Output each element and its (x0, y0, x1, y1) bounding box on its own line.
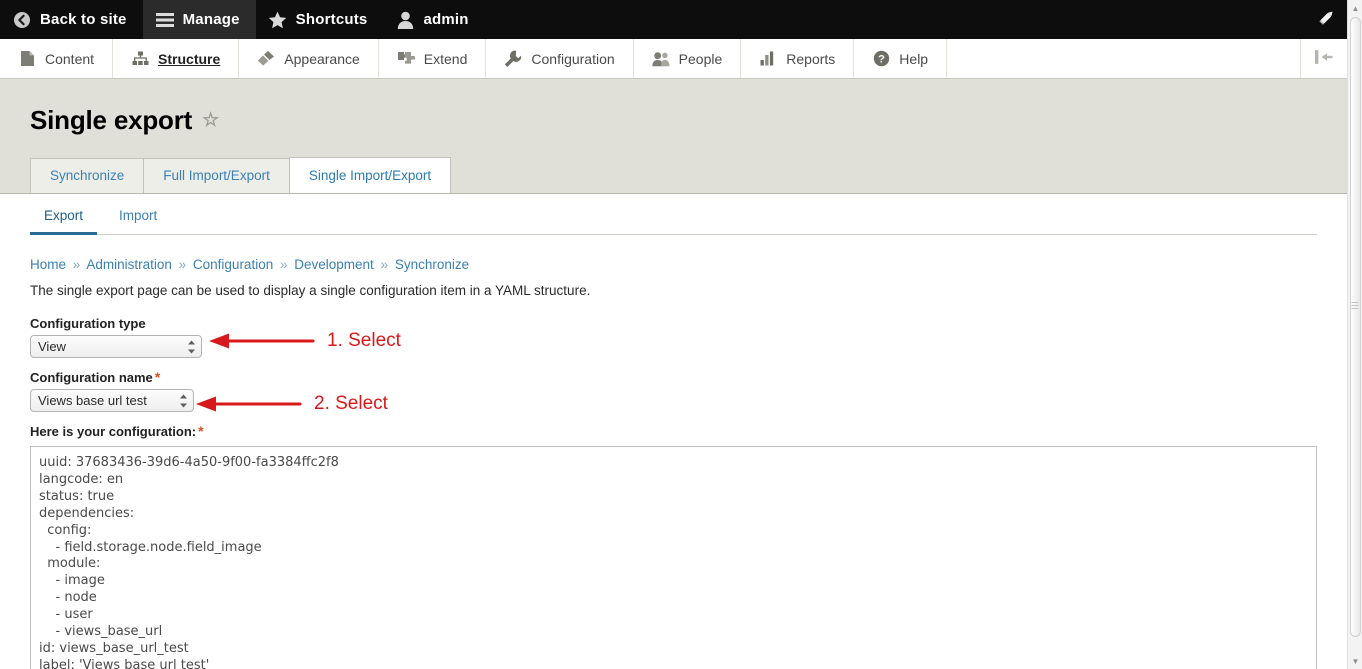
admin-menu-filler (947, 39, 1301, 78)
edit-mode-button[interactable] (1305, 0, 1347, 39)
admin-menu-item-appearance[interactable]: Appearance (239, 39, 379, 78)
primary-tabs: Synchronize Full Import/Export Single Im… (0, 136, 1347, 193)
page-title-text: Single export (30, 105, 192, 136)
primary-tab-synchronize[interactable]: Synchronize (30, 158, 144, 193)
page-header-region: Single export ☆ Synchronize Full Import/… (0, 79, 1347, 194)
admin-menu-label-help: Help (899, 51, 928, 67)
config-name-select[interactable]: Views base url test (30, 389, 194, 412)
toolbar-label-user-admin: admin (423, 11, 468, 28)
admin-menu-item-people[interactable]: People (634, 39, 742, 78)
label-configuration-type: Configuration type (30, 316, 1347, 331)
paintbrush-icon (257, 50, 275, 68)
field-configuration-output: Here is your configuration:* (30, 423, 1347, 439)
toolbar-label-shortcuts: Shortcuts (296, 11, 368, 28)
admin-menu-label-people: People (679, 51, 723, 67)
admin-menu-label-extend: Extend (424, 51, 468, 67)
toolbar-label-back-to-site: Back to site (40, 11, 127, 28)
scrollbar-thumb[interactable] (1350, 17, 1361, 637)
label-text-configuration-output: Here is your configuration: (30, 424, 196, 439)
star-icon (268, 10, 288, 30)
back-arrow-icon (12, 10, 32, 30)
label-configuration-output: Here is your configuration:* (30, 423, 1347, 439)
admin-menu-item-content[interactable]: Content (0, 39, 113, 78)
breadcrumb-item-configuration[interactable]: Configuration (193, 257, 273, 272)
scrollbar-grip-icon (1352, 300, 1359, 311)
label-text-configuration-name: Configuration name (30, 370, 153, 385)
page-title: Single export ☆ (0, 79, 1347, 136)
pencil-icon (1315, 7, 1337, 32)
breadcrumb-item-administration[interactable]: Administration (86, 257, 172, 272)
main-content: Export Import Home » Administration » Co… (0, 194, 1347, 669)
breadcrumb-item-development[interactable]: Development (294, 257, 374, 272)
toolbar-tab-manage[interactable]: Manage (143, 0, 256, 39)
people-icon (652, 50, 670, 68)
primary-tab-label-full-import-export: Full Import/Export (163, 168, 270, 183)
admin-toolbar-bar: Back to site Manage Shortcuts (0, 0, 1347, 39)
toolbar-orientation-icon (1313, 48, 1335, 69)
bar-chart-icon (759, 50, 777, 68)
primary-tab-single-import-export[interactable]: Single Import/Export (289, 157, 451, 193)
secondary-tab-export[interactable]: Export (30, 208, 97, 235)
configuration-output-wrap: uuid: 37683436-39d6-4a50-9f00-fa3384ffc2… (30, 446, 1317, 669)
admin-menu-label-structure: Structure (158, 51, 220, 67)
wrench-icon (504, 50, 522, 68)
breadcrumb-separator: » (176, 257, 190, 272)
field-configuration-type: Configuration type View (30, 316, 1347, 358)
toolbar-tab-back-to-site[interactable]: Back to site (0, 0, 143, 39)
user-icon (395, 10, 415, 30)
sitemap-icon (131, 50, 149, 68)
admin-menu-item-extend[interactable]: Extend (379, 39, 487, 78)
breadcrumb-separator: » (70, 257, 84, 272)
configuration-output-textarea[interactable]: uuid: 37683436-39d6-4a50-9f00-fa3384ffc2… (30, 446, 1317, 669)
admin-menu-item-help[interactable]: ? Help (854, 39, 947, 78)
secondary-tab-label-export: Export (44, 208, 83, 223)
hamburger-icon (155, 10, 175, 30)
document-icon (18, 50, 36, 68)
primary-tab-label-synchronize: Synchronize (50, 168, 124, 183)
admin-menu-item-structure[interactable]: Structure (113, 39, 239, 78)
svg-text:?: ? (878, 54, 885, 66)
secondary-tab-import[interactable]: Import (105, 208, 171, 235)
admin-menu-item-reports[interactable]: Reports (741, 39, 854, 78)
star-outline-icon[interactable]: ☆ (202, 111, 219, 130)
field-configuration-name: Configuration name* Views base url test (30, 369, 1347, 412)
breadcrumb-item-synchronize[interactable]: Synchronize (395, 257, 469, 272)
toolbar-orientation-toggle[interactable] (1301, 39, 1347, 78)
admin-menu-item-configuration[interactable]: Configuration (486, 39, 633, 78)
primary-tab-label-single-import-export: Single Import/Export (309, 168, 431, 183)
single-export-form: Configuration type View Confi (0, 298, 1347, 439)
toolbar-tab-user-admin[interactable]: admin (383, 0, 484, 39)
primary-tab-full-import-export[interactable]: Full Import/Export (143, 158, 290, 193)
secondary-tab-label-import: Import (119, 208, 157, 223)
label-configuration-name: Configuration name* (30, 369, 1347, 385)
breadcrumb: Home » Administration » Configuration » … (0, 235, 1347, 272)
browser-scrollbar[interactable]: ▲ ▼ (1347, 0, 1362, 669)
config-type-select-wrap: View (30, 335, 202, 358)
config-name-select-wrap: Views base url test (30, 389, 194, 412)
page-root: Back to site Manage Shortcuts (0, 0, 1347, 669)
toolbar-label-manage: Manage (183, 11, 240, 28)
admin-menu-label-configuration: Configuration (531, 51, 614, 67)
breadcrumb-separator: » (277, 257, 291, 272)
scrollbar-up-arrow-icon[interactable]: ▲ (1348, 0, 1362, 16)
breadcrumb-item-home[interactable]: Home (30, 257, 66, 272)
required-marker: * (153, 369, 160, 385)
breadcrumb-separator: » (378, 257, 392, 272)
secondary-tabs: Export Import (30, 194, 1317, 235)
admin-secondary-menu: Content Structure Appeara (0, 39, 1347, 79)
question-mark-icon: ? (872, 50, 890, 68)
page-intro-text: The single export page can be used to di… (0, 272, 1347, 298)
puzzle-icon (397, 50, 415, 68)
toolbar-spacer (485, 0, 1305, 39)
config-type-select[interactable]: View (30, 335, 202, 358)
required-marker: * (196, 423, 203, 439)
admin-menu-label-appearance: Appearance (284, 51, 360, 67)
toolbar-tab-shortcuts[interactable]: Shortcuts (256, 0, 384, 39)
admin-menu-label-content: Content (45, 51, 94, 67)
scrollbar-down-arrow-icon[interactable]: ▼ (1348, 653, 1362, 669)
admin-menu-label-reports: Reports (786, 51, 835, 67)
